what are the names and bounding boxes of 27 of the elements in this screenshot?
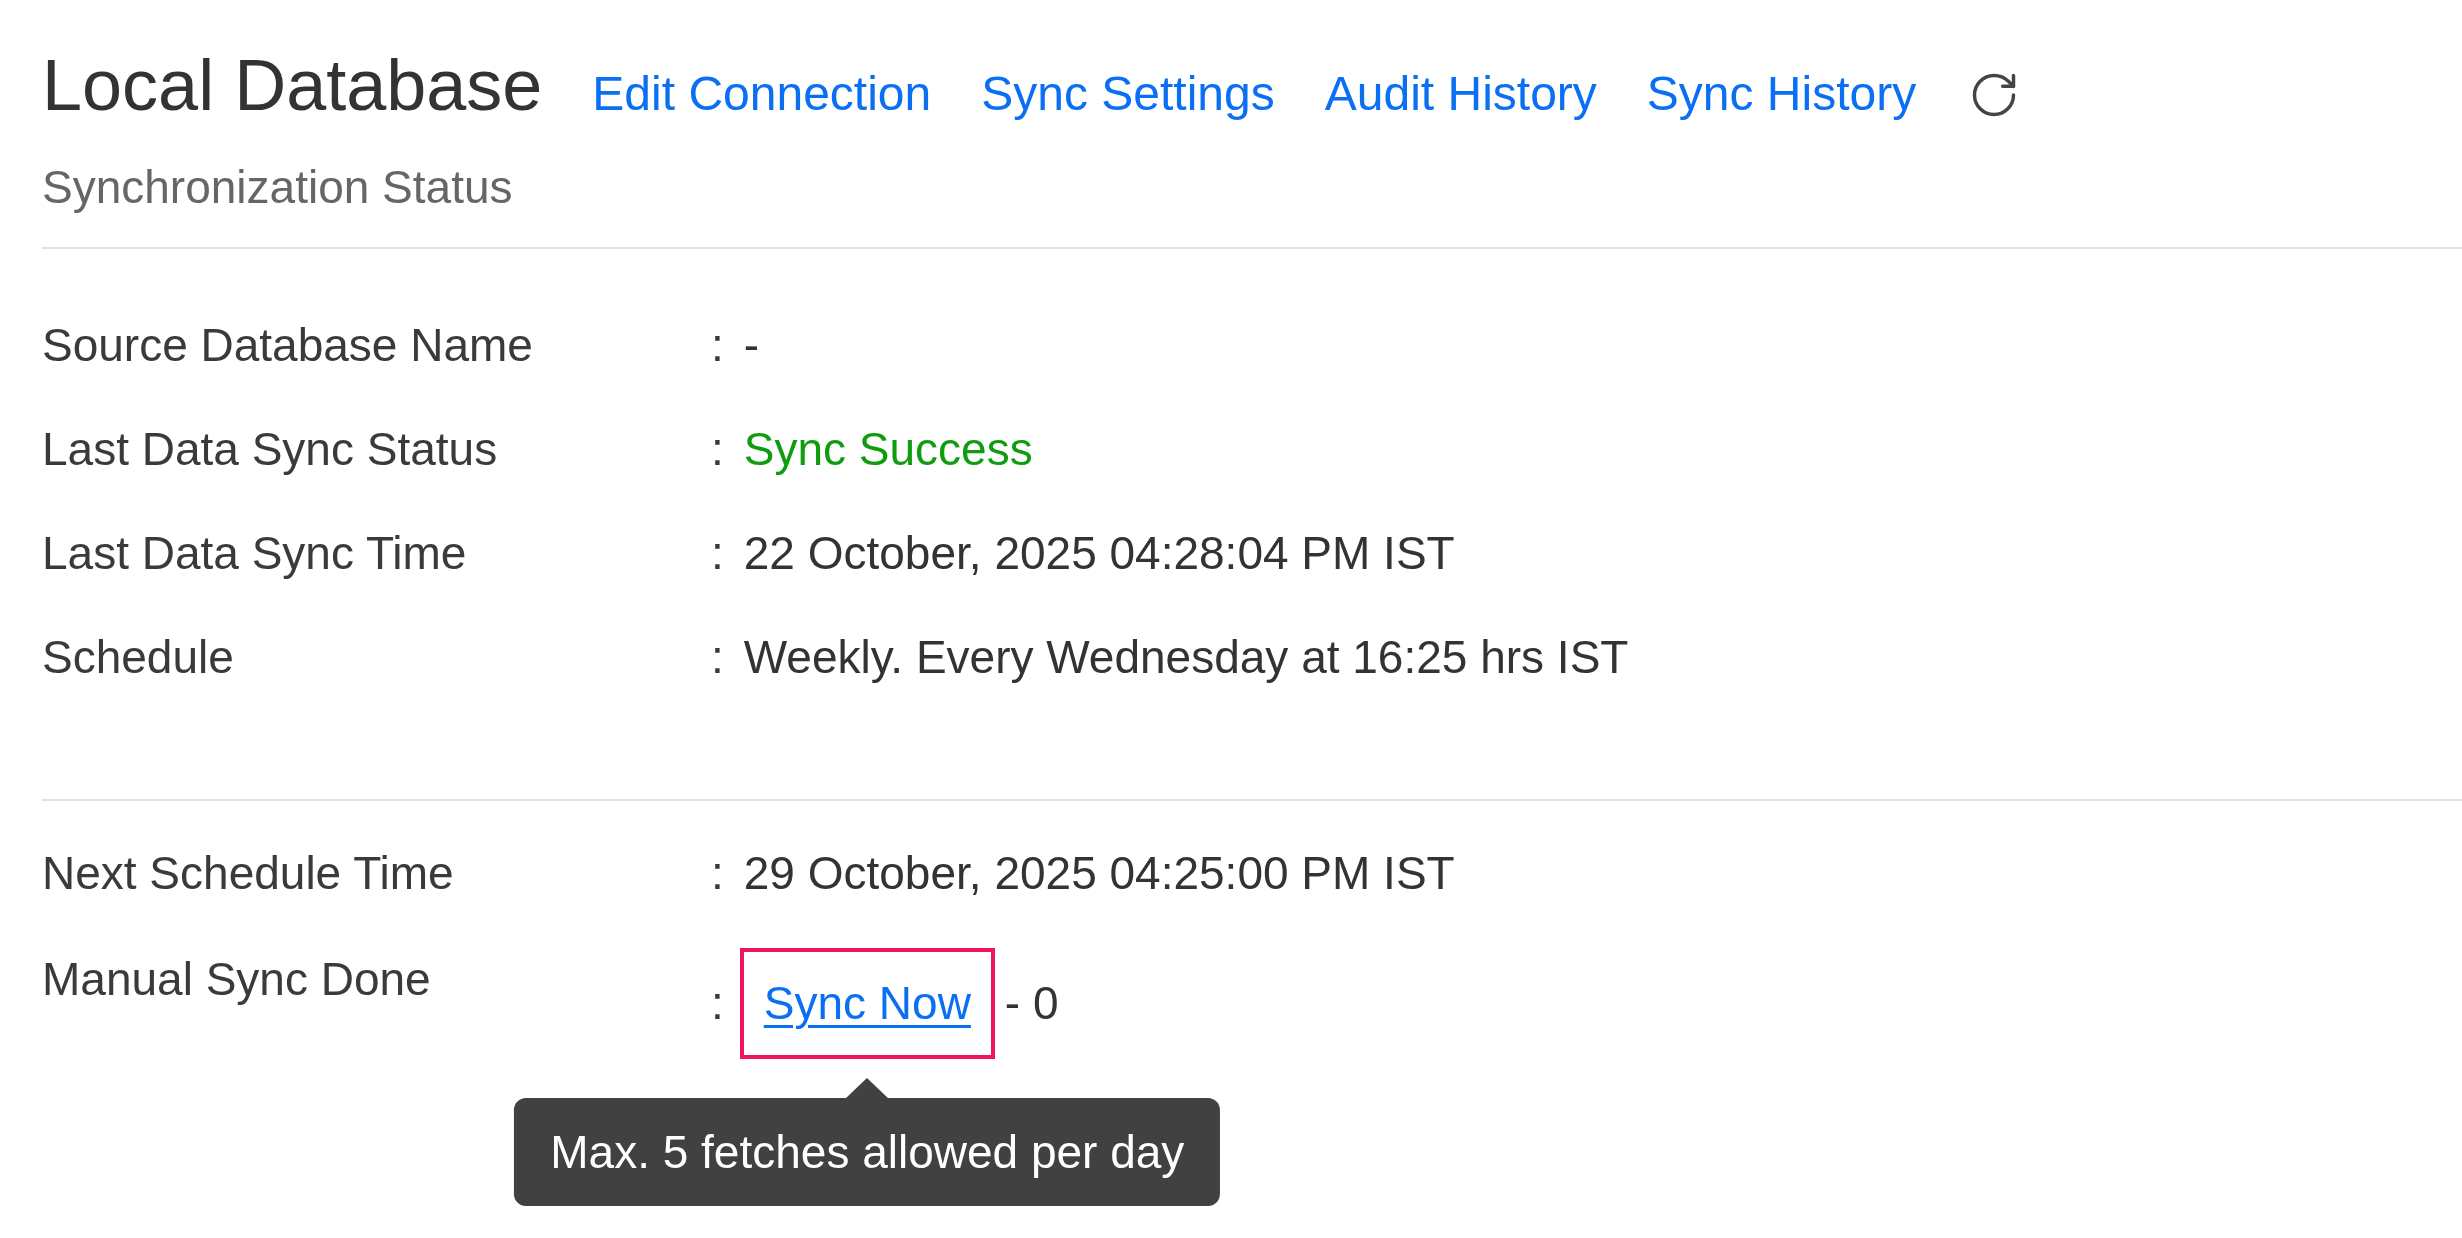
tooltip-pointer-icon	[846, 1078, 889, 1098]
separator-colon: :	[711, 317, 724, 373]
page-subtitle: Synchronization Status	[42, 160, 514, 215]
field-value: 29 October, 2025 04:25:00 PM IST	[743, 845, 1455, 901]
field-label: Schedule	[42, 629, 235, 685]
nav-link[interactable]: Sync Settings	[981, 58, 1275, 130]
separator-colon: :	[711, 845, 724, 901]
field-label: Manual Sync Done	[42, 952, 432, 1007]
field-label: Last Data Sync Time	[42, 525, 468, 581]
sync-now-link[interactable]: Sync Now	[763, 977, 971, 1029]
field-label: Next Schedule Time	[42, 845, 455, 901]
tooltip: Max. 5 fetches allowed per day	[514, 1098, 1221, 1206]
field-value: -	[743, 317, 760, 373]
page-title: Local Database	[42, 49, 543, 121]
sync-status-value: Sync Success	[743, 421, 1033, 477]
nav-link[interactable]: Edit Connection	[592, 58, 932, 130]
nav-link[interactable]: Audit History	[1324, 58, 1597, 130]
separator-colon: :	[711, 976, 724, 1031]
field-value: Weekly. Every Wednesday at 16:25 hrs IST	[743, 629, 1629, 685]
separator-colon: :	[711, 421, 724, 477]
field-label: Source Database Name	[42, 317, 534, 373]
separator-colon: :	[711, 525, 724, 581]
field-value: 22 October, 2025 04:28:04 PM IST	[743, 525, 1455, 581]
separator-colon: :	[711, 629, 724, 685]
field-label: Last Data Sync Status	[42, 421, 499, 477]
manual-sync-count: - 0	[1004, 976, 1059, 1031]
nav-link[interactable]: Sync History	[1646, 58, 1917, 130]
